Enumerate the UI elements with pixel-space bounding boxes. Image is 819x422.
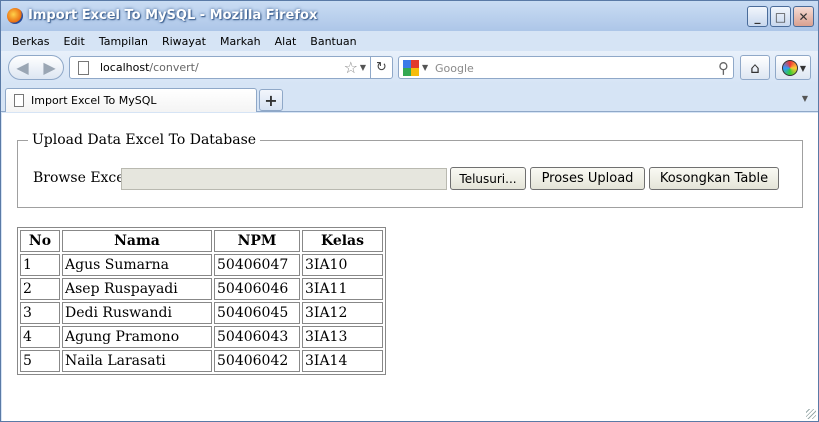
page-icon [78, 61, 89, 75]
menu-berkas[interactable]: Berkas [5, 35, 57, 48]
forward-arrow-icon[interactable]: ▶ [43, 59, 55, 76]
browser-window: Import Excel To MySQL - Mozilla Firefox … [0, 0, 819, 422]
cell-kelas: 3IA10 [302, 254, 383, 276]
browse-button[interactable]: Telusuri... [450, 167, 526, 190]
tab-import-excel[interactable]: Import Excel To MySQL [5, 88, 257, 112]
cell-nama: Dedi Ruswandi [62, 302, 212, 324]
window-controls: _ □ ✕ [747, 6, 814, 27]
menu-edit[interactable]: Edit [57, 35, 92, 48]
tab-list-dropdown-icon[interactable]: ▼ [802, 94, 808, 103]
search-icon[interactable]: ⚲ [718, 59, 729, 77]
cell-kelas: 3IA14 [302, 350, 383, 372]
upload-legend: Upload Data Excel To Database [32, 132, 257, 148]
table-row: 1 Agus Sumarna 50406047 3IA10 [20, 254, 383, 276]
process-upload-button[interactable]: Proses Upload [530, 167, 645, 190]
menu-bantuan[interactable]: Bantuan [303, 35, 363, 48]
reload-button[interactable]: ↻ [370, 57, 392, 78]
cell-no: 5 [20, 350, 60, 372]
cell-kelas: 3IA11 [302, 278, 383, 300]
table-row: 4 Agung Pramono 50406043 3IA13 [20, 326, 383, 348]
tab-page-icon [14, 94, 24, 107]
minimize-button[interactable]: _ [747, 6, 768, 27]
tab-label: Import Excel To MySQL [31, 94, 157, 107]
menu-markah[interactable]: Markah [213, 35, 268, 48]
cell-no: 2 [20, 278, 60, 300]
url-history-dropdown-icon[interactable]: ▼ [360, 63, 366, 72]
search-bar[interactable]: ▼ Google ⚲ [398, 56, 734, 79]
addon-button[interactable]: ▼ [775, 55, 811, 80]
firefox-logo-icon [7, 8, 23, 24]
close-button[interactable]: ✕ [793, 6, 814, 27]
cell-nama: Naila Larasati [62, 350, 212, 372]
addon-icon [782, 60, 798, 76]
menu-riwayat[interactable]: Riwayat [155, 35, 213, 48]
bookmark-star-icon[interactable]: ☆ [344, 58, 358, 77]
table-row: 5 Naila Larasati 50406042 3IA14 [20, 350, 383, 372]
resize-grip[interactable] [806, 409, 816, 419]
table-header-row: No Nama NPM Kelas [20, 230, 383, 252]
empty-table-button[interactable]: Kosongkan Table [649, 167, 779, 190]
reload-icon: ↻ [376, 60, 387, 75]
browse-excel-label: Browse Excel [33, 170, 130, 186]
cell-nama: Asep Ruspayadi [62, 278, 212, 300]
cell-npm: 50406047 [214, 254, 300, 276]
cell-npm: 50406046 [214, 278, 300, 300]
menu-bar: Berkas Edit Tampilan Riwayat Markah Alat… [1, 31, 818, 51]
addon-dropdown-icon: ▼ [799, 64, 806, 73]
cell-kelas: 3IA12 [302, 302, 383, 324]
home-button[interactable]: ⌂ [740, 55, 770, 80]
home-icon: ⌂ [750, 58, 760, 77]
title-bar[interactable]: Import Excel To MySQL - Mozilla Firefox … [1, 1, 818, 31]
file-path-input[interactable] [121, 168, 447, 190]
tab-bar: Import Excel To MySQL + ▼ [1, 84, 818, 112]
table-row: 3 Dedi Ruswandi 50406045 3IA12 [20, 302, 383, 324]
header-no: No [20, 230, 60, 252]
cell-nama: Agung Pramono [62, 326, 212, 348]
menu-alat[interactable]: Alat [268, 35, 304, 48]
url-host: localhost [100, 61, 150, 74]
minimize-icon: _ [754, 9, 761, 24]
cell-no: 1 [20, 254, 60, 276]
url-bar[interactable]: localhost/convert/ ☆ ▼ ↻ [69, 56, 393, 79]
search-input[interactable]: Google [435, 62, 474, 75]
cell-npm: 50406043 [214, 326, 300, 348]
plus-icon: + [264, 90, 278, 110]
close-icon: ✕ [798, 9, 809, 24]
cell-npm: 50406045 [214, 302, 300, 324]
url-text[interactable]: localhost/convert/ [100, 61, 199, 74]
data-table: No Nama NPM Kelas 1 Agus Sumarna 5040604… [17, 227, 386, 375]
google-icon[interactable] [403, 60, 419, 76]
maximize-button[interactable]: □ [770, 6, 791, 27]
search-engine-dropdown-icon[interactable]: ▼ [422, 63, 428, 72]
maximize-icon: □ [774, 9, 787, 24]
page-content: Upload Data Excel To Database Browse Exc… [2, 113, 818, 421]
header-kelas: Kelas [302, 230, 383, 252]
url-path: /convert/ [149, 61, 199, 74]
cell-no: 4 [20, 326, 60, 348]
back-arrow-icon[interactable]: ◀ [16, 59, 28, 76]
cell-nama: Agus Sumarna [62, 254, 212, 276]
cell-npm: 50406042 [214, 350, 300, 372]
header-nama: Nama [62, 230, 212, 252]
back-forward-buttons: ◀ ▶ [8, 55, 64, 80]
menu-tampilan[interactable]: Tampilan [92, 35, 155, 48]
upload-fieldset: Upload Data Excel To Database Browse Exc… [17, 132, 803, 208]
table-row: 2 Asep Ruspayadi 50406046 3IA11 [20, 278, 383, 300]
cell-kelas: 3IA13 [302, 326, 383, 348]
window-title: Import Excel To MySQL - Mozilla Firefox [28, 8, 318, 23]
new-tab-button[interactable]: + [259, 89, 283, 111]
cell-no: 3 [20, 302, 60, 324]
navigation-toolbar: ◀ ▶ localhost/convert/ ☆ ▼ ↻ ▼ Google ⚲ … [1, 51, 818, 84]
header-npm: NPM [214, 230, 300, 252]
